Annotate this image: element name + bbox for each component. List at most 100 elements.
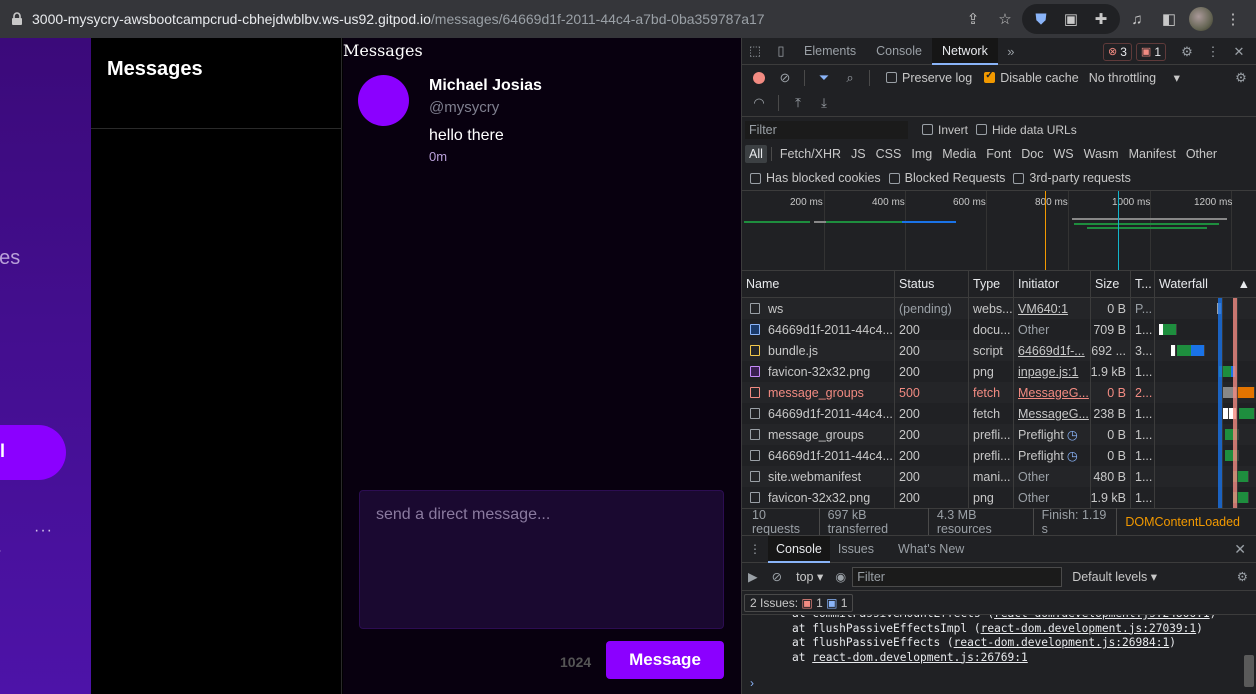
tab-network[interactable]: Network xyxy=(931,37,998,65)
network-filter-input[interactable]: Filter xyxy=(745,120,908,139)
side-panel-icon[interactable]: ◧ xyxy=(1154,4,1184,34)
source-link[interactable]: react-dom.development.js:27039:1 xyxy=(981,622,1197,635)
preflight-link-icon[interactable]: ◷ xyxy=(1067,448,1078,463)
clear-console-icon[interactable]: ⊘ xyxy=(772,569,782,584)
import-har-icon[interactable]: ⤒ xyxy=(787,92,809,114)
request-name-cell[interactable]: site.webmanifest xyxy=(742,466,895,487)
request-name-cell[interactable]: 64669d1f-2011-44c4... xyxy=(742,445,895,466)
search-icon[interactable]: ⌕ xyxy=(839,67,861,89)
context-select[interactable]: top ▾ xyxy=(796,569,823,584)
table-row[interactable]: favicon-32x32.png 200 png Other 1.9 kB 1... xyxy=(742,487,1256,508)
request-initiator[interactable]: 64669d1f-... xyxy=(1014,340,1091,361)
close-drawer-icon[interactable]: ✕ xyxy=(1234,541,1246,558)
source-link[interactable]: react-dom.development.js:24866:1 xyxy=(994,615,1210,620)
lock-icon[interactable] xyxy=(6,8,28,30)
devtools-menu-icon[interactable]: ⋮ xyxy=(1200,39,1226,65)
disable-cache-checkbox[interactable]: Disable cache xyxy=(984,70,1079,85)
col-size[interactable]: Size xyxy=(1091,271,1131,297)
errors-badge[interactable]: ⊗ 3 xyxy=(1103,42,1132,61)
request-name-cell[interactable]: 64669d1f-2011-44c4... xyxy=(742,403,895,424)
table-row[interactable]: ws (pending) webs... VM640:1 0 B P... xyxy=(742,298,1256,319)
clear-icon[interactable]: ⊘ xyxy=(774,67,796,89)
log-levels-select[interactable]: Default levels ▾ xyxy=(1072,569,1157,584)
extensions-puzzle-icon[interactable]: ✚ xyxy=(1086,4,1116,34)
console-filter-input[interactable]: Filter xyxy=(852,566,1063,587)
request-name-cell[interactable]: message_groups xyxy=(742,424,895,445)
type-filter-css[interactable]: CSS xyxy=(872,145,906,163)
console-scrollbar[interactable] xyxy=(1244,655,1254,687)
type-filter-fetch-xhr[interactable]: Fetch/XHR xyxy=(776,145,845,163)
issues-pill[interactable]: 2 Issues: ▣ 1 ▣ 1 xyxy=(744,593,854,612)
request-name-cell[interactable]: 64669d1f-2011-44c4... xyxy=(742,319,895,340)
message-textarea[interactable]: send a direct message... xyxy=(359,490,724,629)
col-initiator[interactable]: Initiator xyxy=(1014,271,1091,297)
network-overview-timeline[interactable]: 200 ms 400 ms 600 ms 800 ms 1000 ms 1200… xyxy=(742,190,1256,271)
profile-avatar[interactable] xyxy=(1186,4,1216,34)
third-party-checkbox[interactable]: 3rd-party requests xyxy=(1013,171,1131,185)
request-initiator[interactable]: inpage.js:1 xyxy=(1014,361,1091,382)
issues-badge[interactable]: ▣ 1 xyxy=(1135,42,1166,61)
table-row[interactable]: bundle.js 200 script 64669d1f-... 692 ... 3..… xyxy=(742,340,1256,361)
type-filter-img[interactable]: Img xyxy=(907,145,936,163)
request-name-cell[interactable]: bundle.js xyxy=(742,340,895,361)
col-name[interactable]: Name xyxy=(742,271,895,297)
table-row[interactable]: message_groups 200 prefli... Preflight ◷ 0 B1… xyxy=(742,424,1256,445)
menu-kebab-icon[interactable]: ⋮ xyxy=(1218,4,1248,34)
request-name-cell[interactable]: ws xyxy=(742,298,895,319)
profile-more-icon[interactable]: ··· xyxy=(34,522,53,540)
console-sidebar-icon[interactable]: ▶ xyxy=(748,569,758,584)
type-filter-js[interactable]: JS xyxy=(847,145,870,163)
request-name-cell[interactable]: favicon-32x32.png xyxy=(742,487,895,508)
blocked-cookies-checkbox[interactable]: Has blocked cookies xyxy=(750,171,881,185)
request-name-cell[interactable]: favicon-32x32.png xyxy=(742,361,895,382)
network-settings-icon[interactable]: ⚙ xyxy=(1230,67,1252,89)
hide-data-urls-checkbox[interactable]: Hide data URLs xyxy=(976,123,1077,137)
picture-in-picture-icon[interactable]: ▣ xyxy=(1056,4,1086,34)
send-message-button[interactable]: Message xyxy=(606,641,724,679)
table-row[interactable]: message_groups 500 fetch MessageG... 0 B 2... xyxy=(742,382,1256,403)
network-conditions-icon[interactable]: ◠ xyxy=(748,92,770,114)
col-type[interactable]: Type xyxy=(969,271,1014,297)
col-time[interactable]: T... xyxy=(1131,271,1155,297)
shield-extension-icon[interactable]: ⛊ xyxy=(1026,4,1056,34)
more-tabs-icon[interactable]: » xyxy=(998,38,1024,64)
tab-console[interactable]: Console xyxy=(866,38,932,65)
bookmark-star-icon[interactable]: ☆ xyxy=(990,4,1020,34)
type-filter-other[interactable]: Other xyxy=(1182,145,1221,163)
throttling-select[interactable]: No throttling ▾ xyxy=(1089,70,1180,85)
type-filter-doc[interactable]: Doc xyxy=(1017,145,1047,163)
request-initiator[interactable]: MessageG... xyxy=(1014,403,1091,424)
drawer-tab-whats-new[interactable]: What's New xyxy=(890,536,972,563)
table-row[interactable]: 64669d1f-2011-44c4... 200 docu... Other 709 … xyxy=(742,319,1256,340)
drawer-tab-issues[interactable]: Issues xyxy=(830,536,882,563)
request-name-cell[interactable]: message_groups xyxy=(742,382,895,403)
drawer-tab-console[interactable]: Console xyxy=(768,535,830,563)
console-prompt-icon[interactable]: › xyxy=(750,676,754,690)
record-icon[interactable] xyxy=(748,67,770,89)
table-row[interactable]: 64669d1f-2011-44c4... 200 fetch MessageG...… xyxy=(742,403,1256,424)
type-filter-font[interactable]: Font xyxy=(982,145,1015,163)
type-filter-wasm[interactable]: Wasm xyxy=(1080,145,1123,163)
table-row[interactable]: 64669d1f-2011-44c4... 200 prefli... Preflig… xyxy=(742,445,1256,466)
sidebar-item-messages[interactable]: ges xyxy=(0,247,20,270)
console-settings-icon[interactable]: ⚙ xyxy=(1237,569,1248,584)
drawer-menu-icon[interactable]: ⋮ xyxy=(742,542,768,556)
settings-gear-icon[interactable]: ⚙ xyxy=(1174,39,1200,65)
type-filter-manifest[interactable]: Manifest xyxy=(1125,145,1180,163)
filter-funnel-icon[interactable]: ⏷ xyxy=(813,67,835,89)
type-filter-media[interactable]: Media xyxy=(938,145,980,163)
invert-checkbox[interactable]: Invert xyxy=(922,123,968,137)
table-row[interactable]: site.webmanifest 200 mani... Other 480 B 1... xyxy=(742,466,1256,487)
live-expression-eye-icon[interactable]: ◉ xyxy=(835,569,846,584)
preflight-link-icon[interactable]: ◷ xyxy=(1067,427,1078,442)
col-status[interactable]: Status xyxy=(895,271,969,297)
inspect-element-icon[interactable]: ⬚ xyxy=(742,38,768,64)
type-filter-all[interactable]: All xyxy=(745,145,767,163)
col-waterfall[interactable]: Waterfall ▲ xyxy=(1155,271,1256,297)
media-queue-icon[interactable]: ♫ xyxy=(1122,4,1152,34)
share-icon[interactable]: ⇪ xyxy=(958,4,988,34)
tab-elements[interactable]: Elements xyxy=(794,38,866,65)
type-filter-ws[interactable]: WS xyxy=(1049,145,1077,163)
preserve-log-checkbox[interactable]: Preserve log xyxy=(886,71,972,85)
crud-button[interactable]: l xyxy=(0,425,66,480)
